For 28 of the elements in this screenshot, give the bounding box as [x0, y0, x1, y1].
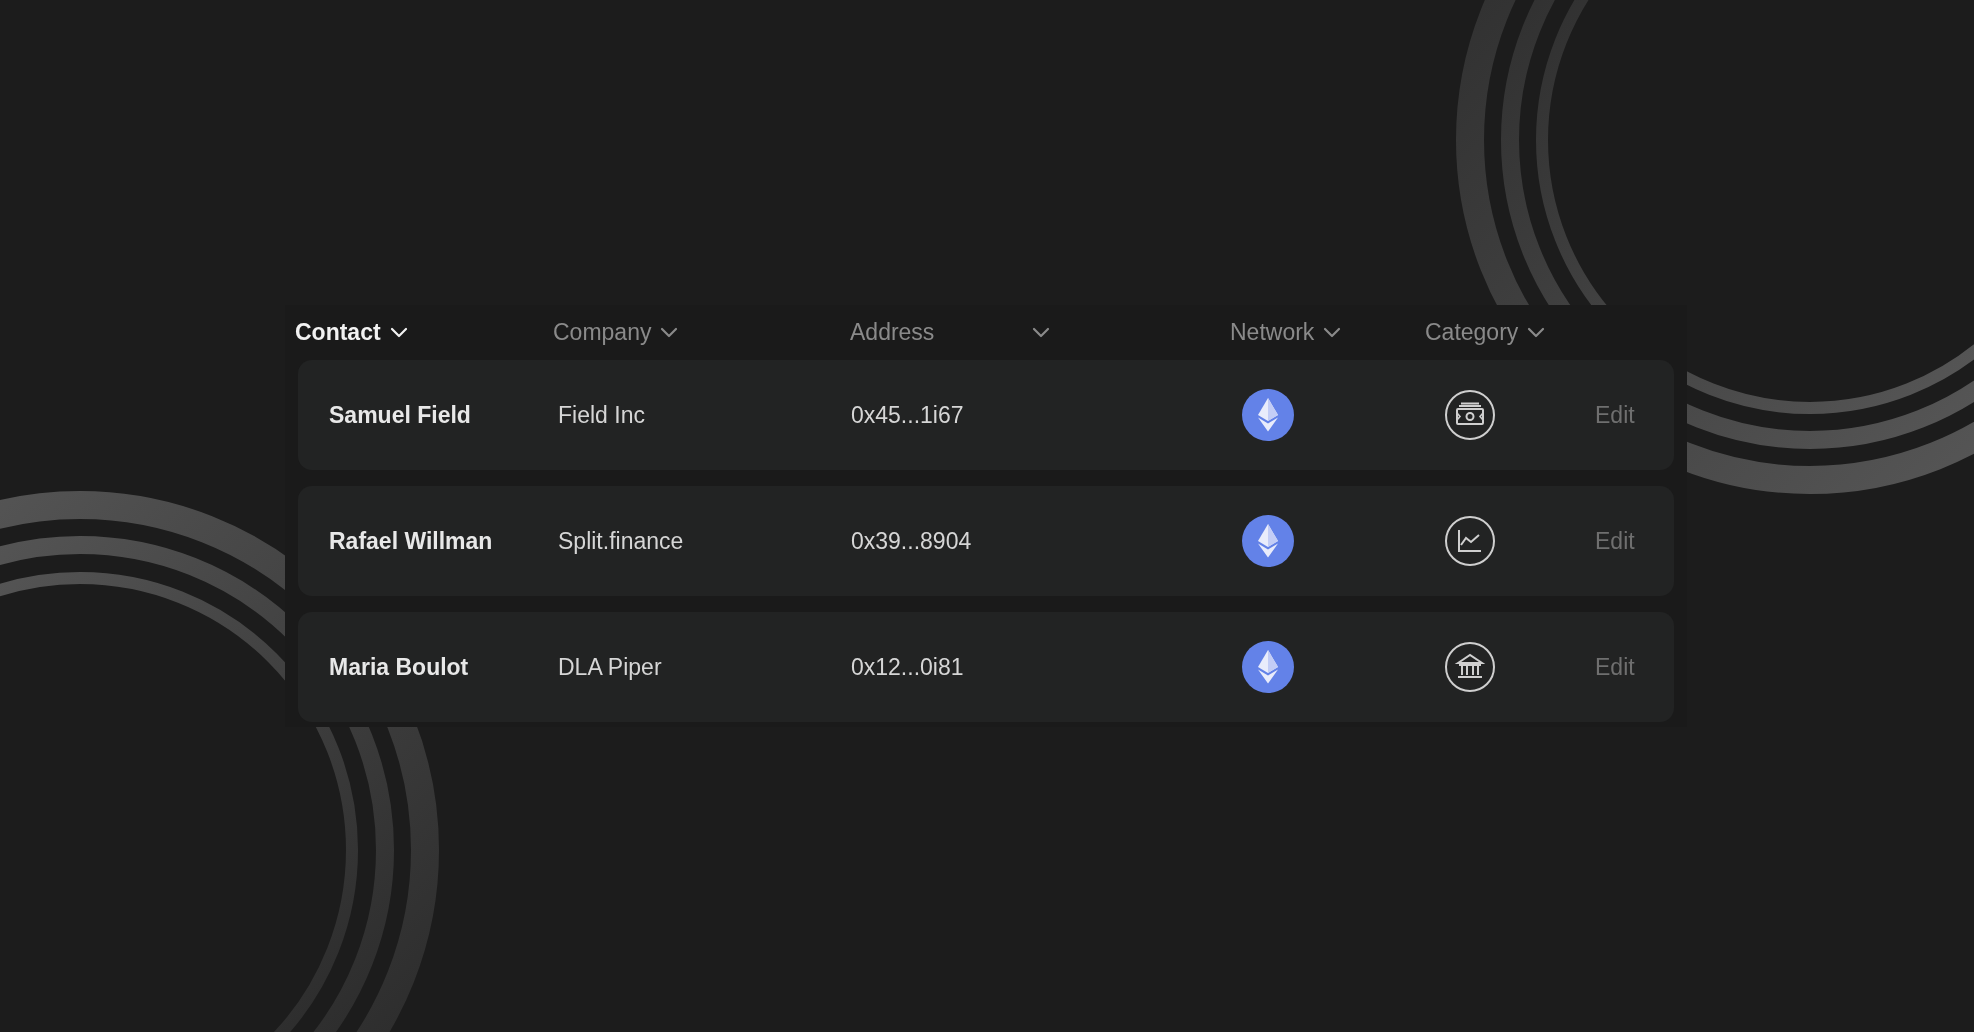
chevron-down-icon	[1032, 326, 1050, 339]
wallet-address: 0x45...1i67	[851, 400, 965, 430]
ethereum-icon	[1242, 515, 1294, 567]
bank-icon	[1444, 641, 1496, 693]
contact-name: Rafael Willman	[329, 526, 494, 556]
chevron-down-icon	[660, 326, 679, 339]
company-name: Split.finance	[558, 526, 685, 556]
line-chart-icon	[1444, 515, 1496, 567]
chevron-down-icon	[1527, 326, 1546, 339]
wallet-address: 0x12...0i81	[851, 652, 965, 682]
column-header[interactable]: Network	[1230, 315, 1342, 350]
contact-name: Samuel Field	[329, 400, 472, 430]
edit-link[interactable]: Edit	[1595, 397, 1635, 433]
column-header[interactable]: Contact	[295, 315, 408, 350]
edit-link[interactable]: Edit	[1595, 649, 1635, 685]
chevron-down-icon	[389, 326, 408, 339]
contact-name: Maria Boulot	[329, 652, 470, 682]
edit-link[interactable]: Edit	[1595, 523, 1635, 559]
company-name: DLA Piper	[558, 652, 663, 682]
ethereum-icon	[1242, 389, 1294, 441]
column-header[interactable]: Address	[850, 315, 1050, 350]
column-header[interactable]: Company	[553, 315, 679, 350]
ethereum-icon	[1242, 641, 1294, 693]
chevron-down-icon	[1323, 326, 1342, 339]
cash-icon	[1444, 389, 1496, 441]
company-name: Field Inc	[558, 400, 646, 430]
wallet-address: 0x39...8904	[851, 526, 973, 556]
column-header[interactable]: Category	[1425, 315, 1546, 350]
